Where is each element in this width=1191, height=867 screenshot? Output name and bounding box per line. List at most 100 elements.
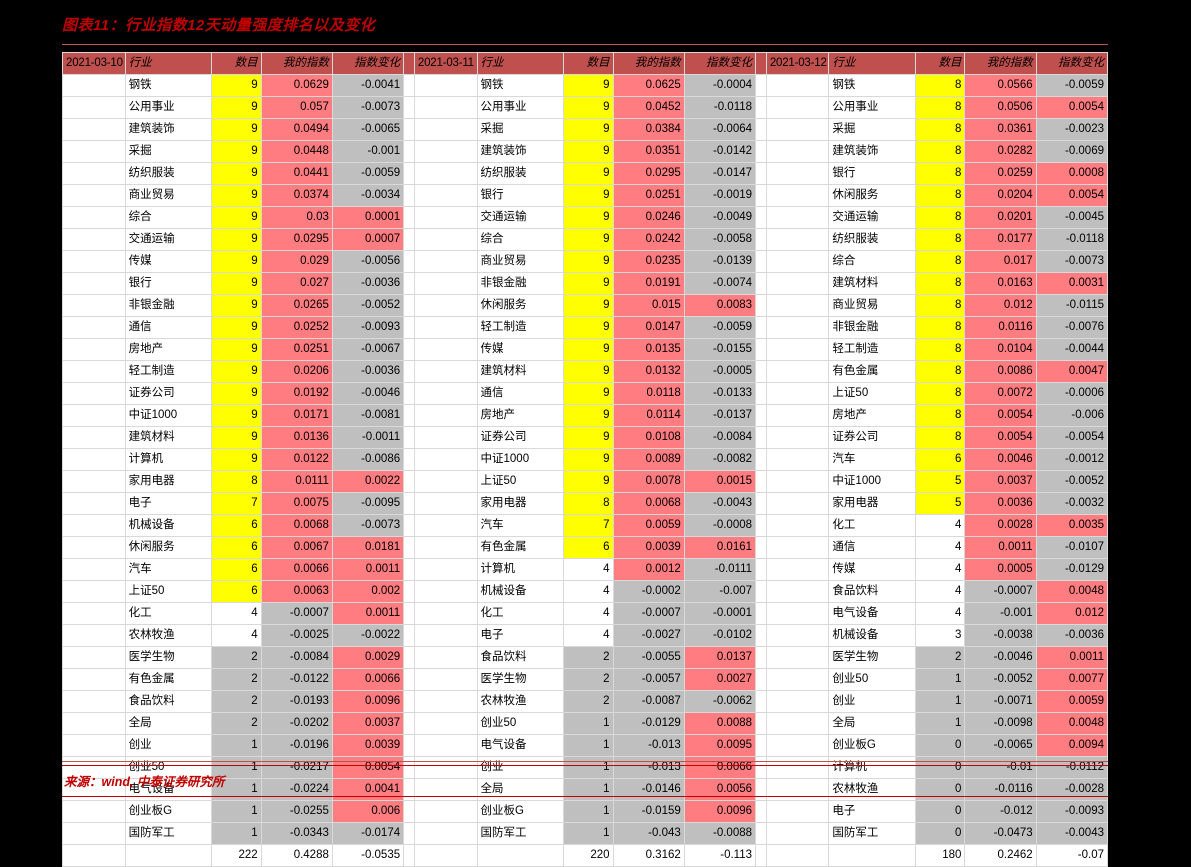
cell-change: 0.0095 [683,734,757,757]
panel-gap [403,184,415,207]
cell-change: -0.0006 [1035,382,1109,405]
cell-change: -0.0115 [1035,294,1109,317]
cell-index: -0.0255 [260,800,333,823]
table-row: 轻工制造 9 0.0206 -0.0036 建筑材料 9 0.0132 -0.0005 有色金属… [62,360,1109,383]
header-count-3: 数目 [914,52,966,75]
cell-change: -0.006 [1035,404,1109,427]
cell-change: -0.0139 [683,250,757,273]
row-spacer [765,382,830,405]
row-spacer [413,536,478,559]
cell-index: 0.0625 [612,74,685,97]
cell-industry: 化工 [476,602,564,625]
panel-gap [755,52,767,75]
cell-count: 9 [562,470,614,493]
cell-index: 0.029 [260,250,333,273]
cell-change: -0.0073 [331,514,405,537]
cell-count: 8 [914,118,966,141]
cell-industry: 纺织服装 [476,162,564,185]
row-spacer [62,492,126,515]
cell-index: 0.0452 [612,96,685,119]
cell-count: 4 [914,580,966,603]
cell-industry: 证券公司 [124,382,212,405]
cell-industry: 创业 [476,756,564,779]
row-spacer [765,250,830,273]
cell-index: -0.0098 [964,712,1037,735]
cell-index: 0.0104 [964,338,1037,361]
cell-count: 8 [914,294,966,317]
cell-index: 0.0251 [612,184,685,207]
cell-index: 0.0246 [612,206,685,229]
cell-count: 8 [914,360,966,383]
cell-index: -0.0055 [612,646,685,669]
cell-industry: 银行 [828,162,916,185]
cell-industry: 家用电器 [828,492,916,515]
cell-count: 0 [914,734,966,757]
cell-change: 0.0027 [683,668,757,691]
header-date-3: 2021-03-12 [765,52,830,75]
cell-count: 8 [914,184,966,207]
table-row: 有色金属 2 -0.0122 0.0066 医学生物 2 -0.0057 0.0027 创业50… [62,668,1109,691]
row-spacer [765,536,830,559]
panel-gap [755,316,767,339]
cell-index: -0.0057 [612,668,685,691]
cell-industry: 非银金融 [124,294,212,317]
row-spacer [765,294,830,317]
table-row: 机械设备 6 0.0068 -0.0073 汽车 7 0.0059 -0.0008 化工 4 0.0… [62,514,1109,537]
cell-index: -0.0007 [964,580,1037,603]
panel-gap [755,646,767,669]
cell-index: 0.0171 [260,404,333,427]
cell-industry: 上证50 [476,470,564,493]
total-change: -0.113 [683,844,757,867]
panel-gap [403,404,415,427]
cell-change: -0.0112 [1035,756,1109,779]
cell-change: -0.0059 [1035,74,1109,97]
cell-index: 0.0068 [260,514,333,537]
cell-industry: 商业贸易 [124,184,212,207]
cell-industry: 交通运输 [124,228,212,251]
cell-count: 9 [562,316,614,339]
row-spacer [62,338,126,361]
row-spacer [62,294,126,317]
panel-gap [755,448,767,471]
cell-index: 0.057 [260,96,333,119]
panel-gap [403,536,415,559]
row-spacer [62,382,126,405]
panel-gap [755,492,767,515]
cell-industry: 电子 [476,624,564,647]
cell-count: 9 [562,96,614,119]
cell-count: 9 [562,140,614,163]
cell-change: -0.0043 [683,492,757,515]
cell-count: 4 [562,558,614,581]
cell-industry: 休闲服务 [476,294,564,317]
cell-index: -0.0065 [964,734,1037,757]
cell-change: 0.0096 [683,800,757,823]
cell-change: -0.0074 [683,272,757,295]
cell-change: -0.0093 [331,316,405,339]
row-spacer [413,492,478,515]
cell-index: -0.0224 [260,778,333,801]
cell-index: 0.0204 [964,184,1037,207]
row-spacer [413,294,478,317]
cell-change: 0.0047 [1035,360,1109,383]
total-index: 0.2462 [964,844,1037,867]
table-row: 中证1000 9 0.0171 -0.0081 房地产 9 0.0114 -0.0137 房地产… [62,404,1109,427]
cell-index: 0.0118 [612,382,685,405]
row-spacer [62,712,126,735]
cell-count: 6 [210,580,262,603]
cell-industry: 创业板G [828,734,916,757]
panel-gap [403,52,415,75]
row-spacer [765,624,830,647]
cell-change: -0.0012 [1035,448,1109,471]
cell-change: -0.007 [683,580,757,603]
cell-index: -0.0007 [612,602,685,625]
cell-industry: 全局 [476,778,564,801]
cell-industry: 化工 [124,602,212,625]
panel-gap [403,74,415,97]
cell-count: 2 [562,690,614,713]
row-spacer [413,272,478,295]
cell-count: 2 [210,668,262,691]
cell-change: -0.0086 [331,448,405,471]
cell-count: 8 [914,96,966,119]
cell-index: 0.0086 [964,360,1037,383]
cell-change: 0.0001 [331,206,405,229]
